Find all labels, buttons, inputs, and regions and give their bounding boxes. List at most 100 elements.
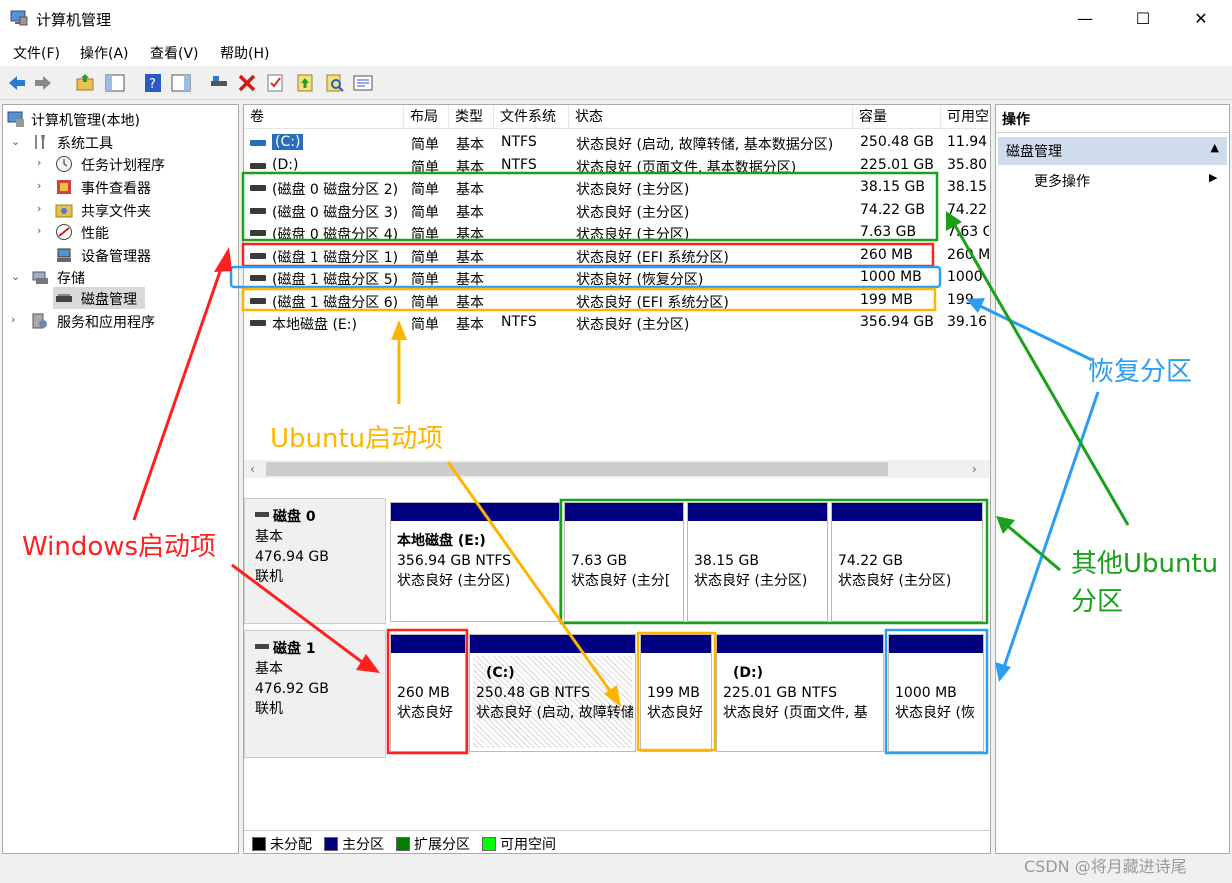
- device-manager-icon: [57, 248, 71, 262]
- column-header-volume[interactable]: 卷: [244, 105, 404, 129]
- volume-row[interactable]: (磁盘 1 磁盘分区 1) 简单 基本 状态良好 (EFI 系统分区) 260 MB 26…: [244, 245, 990, 268]
- tree-label-event-viewer: 事件查看器: [81, 181, 151, 197]
- minimize-button[interactable]: —: [1056, 0, 1114, 38]
- collapse-chevron-icon[interactable]: ›: [37, 224, 41, 237]
- maximize-button[interactable]: ☐: [1114, 0, 1172, 38]
- scrollbar-thumb[interactable]: [266, 462, 888, 476]
- volume-row[interactable]: (磁盘 0 磁盘分区 2) 简单 基本 状态良好 (主分区) 38.15 GB 38.15: [244, 177, 990, 200]
- disk-0-state: 联机: [255, 569, 283, 585]
- back-arrow-icon[interactable]: [6, 72, 28, 94]
- volume-row[interactable]: (磁盘 1 磁盘分区 6) 简单 基本 状态良好 (EFI 系统分区) 199 MB 19…: [244, 290, 990, 313]
- disk-0-partition-2[interactable]: 38.15 GB 状态良好 (主分区): [687, 502, 828, 622]
- partition-status: 状态良好: [647, 705, 703, 721]
- disk-0-partition-3[interactable]: 74.22 GB 状态良好 (主分区): [831, 502, 983, 622]
- expand-chevron-icon[interactable]: ⌄: [11, 270, 20, 283]
- disk-1-size: 476.92 GB: [255, 681, 329, 697]
- scroll-left-icon[interactable]: ‹: [250, 460, 255, 478]
- partition-status: 状态良好 (主分区): [838, 573, 952, 589]
- collapse-chevron-icon[interactable]: ›: [37, 179, 41, 192]
- volume-row[interactable]: (磁盘 1 磁盘分区 5) 简单 基本 状态良好 (恢复分区) 1000 MB 1000: [244, 267, 990, 290]
- legend-unallocated: 未分配: [252, 834, 312, 854]
- drive-icon: [250, 297, 266, 304]
- up-folder-icon[interactable]: [74, 72, 96, 94]
- disk-0-label[interactable]: 磁盘 0 基本 476.94 GB 联机: [244, 498, 386, 624]
- disk-0-partition-e[interactable]: 本地磁盘 (E:) 356.94 GB NTFS 状态良好 (主分区): [390, 502, 560, 622]
- menu-action[interactable]: 操作(A): [80, 43, 129, 63]
- expand-chevron-icon[interactable]: ⌄: [11, 135, 20, 148]
- actions-section-disk-management[interactable]: 磁盘管理 ▲: [998, 137, 1227, 165]
- legend-label: 扩展分区: [414, 837, 470, 853]
- legend-label: 主分区: [342, 837, 384, 853]
- connect-drive-icon[interactable]: [208, 72, 230, 94]
- search-icon[interactable]: [324, 72, 346, 94]
- volume-cell-vol: (D:): [272, 156, 299, 173]
- disk-1-partition-efi[interactable]: 260 MB 状态良好: [390, 634, 466, 752]
- menu-bar: 文件(F) 操作(A) 查看(V) 帮助(H): [0, 38, 1232, 66]
- volume-row[interactable]: (磁盘 0 磁盘分区 3) 简单 基本 状态良好 (主分区) 74.22 GB 74.22: [244, 200, 990, 223]
- computer-icon: [7, 111, 24, 127]
- collapse-caret-icon[interactable]: ▲: [1211, 141, 1219, 154]
- collapse-chevron-icon[interactable]: ›: [11, 313, 15, 326]
- scroll-right-icon[interactable]: ›: [972, 460, 977, 478]
- disk-0-partition-4[interactable]: 7.63 GB 状态良好 (主分[: [564, 502, 684, 622]
- volume-cell-status: 状态良好 (主分区): [576, 317, 690, 333]
- volume-cell-cap: 225.01 GB: [860, 156, 934, 173]
- partition-size: 260 MB: [397, 685, 450, 701]
- close-button[interactable]: ✕: [1172, 0, 1230, 38]
- disk-1-partition-recovery[interactable]: 1000 MB 状态良好 (恢: [888, 634, 984, 752]
- collapse-chevron-icon[interactable]: ›: [37, 202, 41, 215]
- volume-cell-layout: 简单: [411, 249, 439, 266]
- properties-icon[interactable]: [352, 72, 374, 94]
- menu-view[interactable]: 查看(V): [150, 43, 199, 63]
- tree-label-system-tools: 系统工具: [57, 136, 113, 152]
- volume-cell-vol: (磁盘 0 磁盘分区 2): [272, 182, 399, 198]
- column-header-type[interactable]: 类型: [449, 105, 494, 129]
- check-icon[interactable]: [264, 72, 286, 94]
- volume-cell-layout: 简单: [411, 294, 439, 311]
- disk-1-partition-d[interactable]: (D:) 225.01 GB NTFS 状态良好 (页面文件, 基: [716, 634, 884, 752]
- volume-cell-type: 基本: [456, 182, 484, 198]
- disk-0-name: 磁盘 0: [273, 509, 316, 525]
- event-viewer-icon: [57, 180, 71, 194]
- column-header-layout[interactable]: 布局: [404, 105, 449, 129]
- volume-cell-status: 状态良好 (启动, 故障转储, 基本数据分区): [576, 137, 834, 153]
- volume-cell-cap: 74.22 GB: [860, 201, 925, 218]
- volume-row[interactable]: (D:) 简单 基本 NTFS 状态良好 (页面文件, 基本数据分区) 225.01 GB…: [244, 155, 990, 178]
- volume-cell-fs: NTFS: [501, 314, 537, 330]
- more-actions-link[interactable]: 更多操作: [1034, 171, 1090, 191]
- annotation-windows-boot: Windows启动项: [22, 532, 217, 562]
- help-icon[interactable]: ?: [142, 72, 164, 94]
- delete-icon[interactable]: [236, 72, 258, 94]
- column-header-status[interactable]: 状态: [569, 105, 853, 129]
- volume-cell-status: 状态良好 (EFI 系统分区): [576, 294, 729, 311]
- menu-help[interactable]: 帮助(H): [220, 43, 269, 63]
- disk-1-label[interactable]: 磁盘 1 基本 476.92 GB 联机: [244, 630, 386, 758]
- column-header-capacity[interactable]: 容量: [853, 105, 941, 129]
- volume-row[interactable]: (磁盘 0 磁盘分区 4) 简单 基本 状态良好 (主分区) 7.63 GB 7.63 G: [244, 222, 990, 245]
- forward-arrow-icon[interactable]: [32, 72, 54, 94]
- legend-free: 可用空间: [482, 834, 556, 854]
- annotation-ubuntu-boot: Ubuntu启动项: [270, 424, 444, 454]
- volume-cell-free: 7.63 G: [947, 224, 989, 240]
- partition-status: 状态良好 (页面文件, 基: [723, 705, 868, 721]
- column-header-filesystem[interactable]: 文件系统: [494, 105, 569, 129]
- legend-label: 未分配: [270, 837, 312, 853]
- collapse-chevron-icon[interactable]: ›: [37, 156, 41, 169]
- partition-status: 状态良好 (主分[: [571, 573, 671, 589]
- volume-cell-fs: NTFS: [501, 134, 537, 150]
- volume-cell-layout: 简单: [411, 159, 439, 176]
- partition-status: 状态良好 (恢: [895, 705, 975, 721]
- navigation-tree: 计算机管理(本地) ⌄ 系统工具 › 任务计划程序 › 事件查看器 › 共享文件…: [2, 104, 239, 854]
- upload-icon[interactable]: [294, 72, 316, 94]
- column-header-free[interactable]: 可用空: [941, 105, 990, 129]
- tree-item-disk-management[interactable]: 磁盘管理: [53, 287, 145, 309]
- submenu-arrow-icon[interactable]: ▶: [1209, 171, 1217, 184]
- show-hide-tree-icon[interactable]: [104, 72, 126, 94]
- disk-1-partition-c[interactable]: (C:) 250.48 GB NTFS 状态良好 (启动, 故障转储: [469, 634, 636, 752]
- volume-row[interactable]: (C:) 简单 基本 NTFS 状态良好 (启动, 故障转储, 基本数据分区) 250.4…: [244, 132, 990, 155]
- disk-1-partition-ubuntu-efi[interactable]: 199 MB 状态良好: [640, 634, 712, 752]
- show-hide-action-pane-icon[interactable]: [170, 72, 192, 94]
- horizontal-scrollbar[interactable]: ‹ ›: [244, 460, 990, 478]
- menu-file[interactable]: 文件(F): [13, 43, 60, 63]
- volume-row[interactable]: 本地磁盘 (E:) 简单 基本 NTFS 状态良好 (主分区) 356.94 GB 39.1…: [244, 312, 990, 335]
